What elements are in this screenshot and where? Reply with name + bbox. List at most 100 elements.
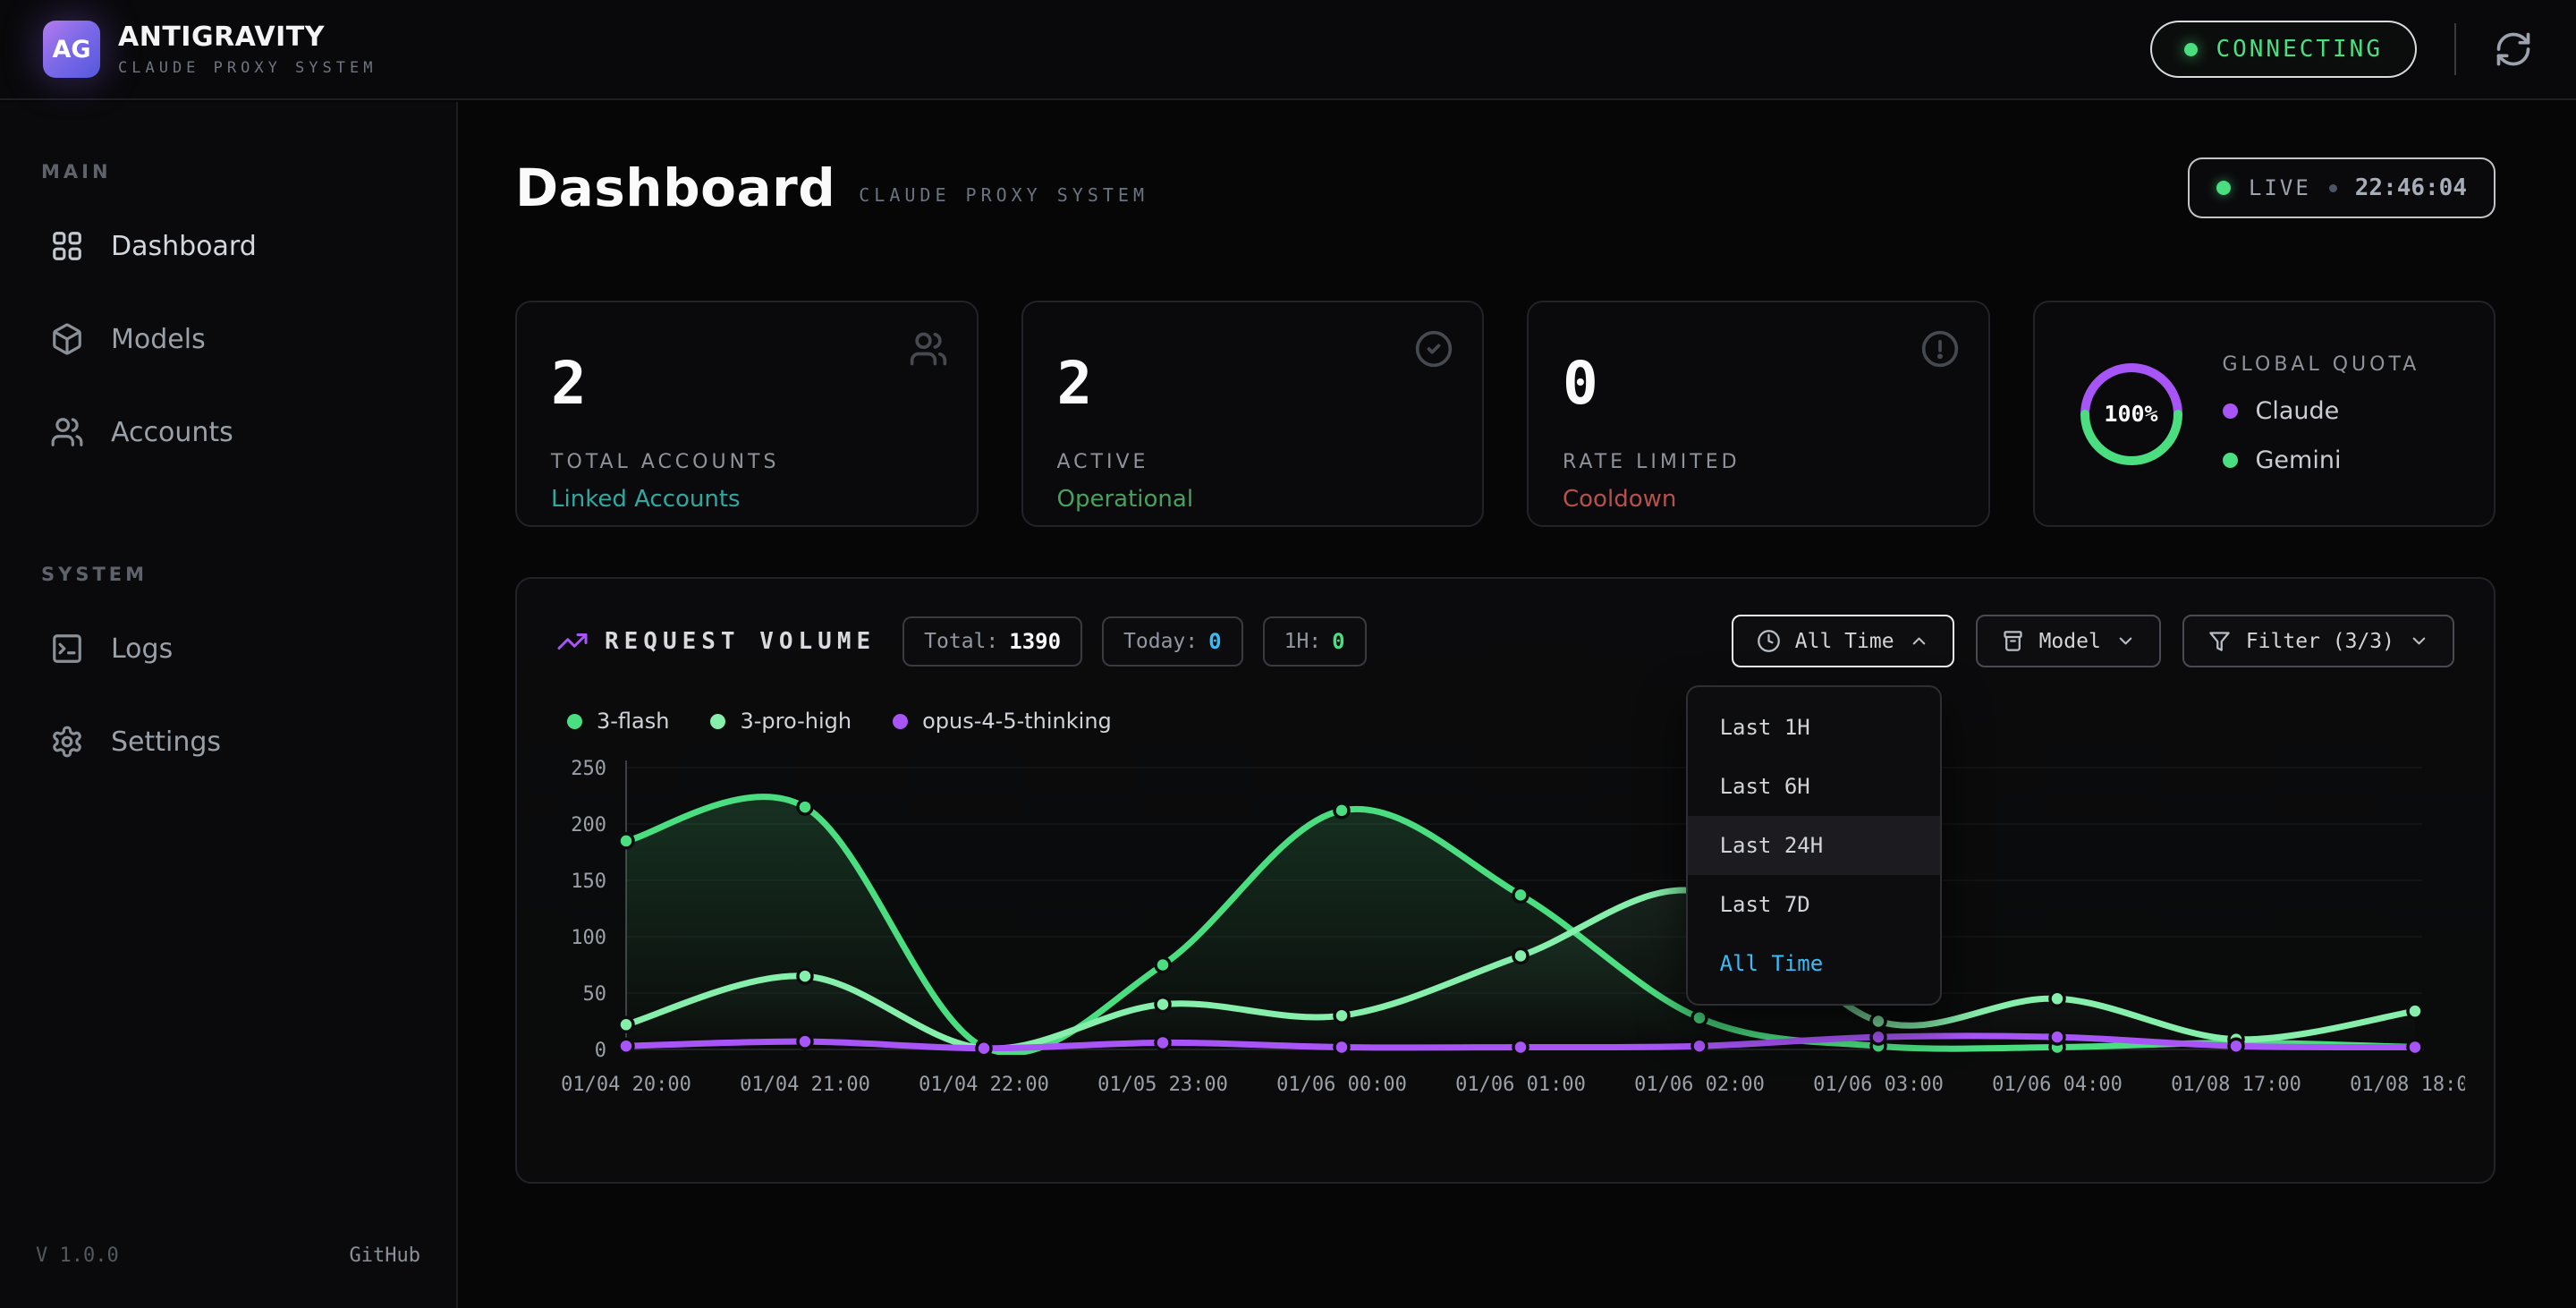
data-point-3-pro-high (1513, 948, 1528, 963)
sidebar-item-accounts[interactable]: Accounts (32, 399, 424, 465)
chevron-up-icon (1909, 631, 1929, 651)
badge-label: Total: (924, 630, 998, 653)
gear-icon (50, 725, 84, 759)
data-point-3-flash (619, 834, 633, 848)
claude-dot (2223, 403, 2238, 419)
sidebar-item-logs[interactable]: Logs (32, 616, 424, 682)
data-point-3-pro-high (1156, 998, 1170, 1012)
model-dropdown-button[interactable]: Model (1976, 615, 2161, 667)
chevron-down-icon (2115, 631, 2136, 651)
x-tick-label: 01/08 17:00 (2171, 1074, 2301, 1096)
main-content: Dashboard CLAUDE PROXY SYSTEM LIVE 22:46… (458, 102, 2576, 1308)
sidebar-item-label: Accounts (111, 417, 233, 448)
data-point-opus-4-5-thinking (2229, 1039, 2243, 1053)
page-title: Dashboard (515, 157, 835, 218)
time-range-value: All Time (1795, 630, 1894, 653)
badge-value: 0 (1208, 629, 1221, 654)
nav-section-system-label: SYSTEM (41, 564, 424, 585)
github-link[interactable]: GitHub (350, 1244, 420, 1267)
sidebar-item-models[interactable]: Models (32, 306, 424, 372)
app-subtitle: CLAUDE PROXY SYSTEM (118, 59, 377, 77)
sidebar-item-settings[interactable]: Settings (32, 709, 424, 775)
data-point-3-flash (1513, 888, 1528, 902)
today-requests-badge: Today: 0 (1102, 616, 1243, 667)
menu-item-last-6h[interactable]: Last 6H (1688, 757, 1940, 816)
x-tick-label: 01/04 20:00 (561, 1074, 691, 1096)
time-range-dropdown-menu: Last 1H Last 6H Last 24H Last 7D All Tim… (1686, 685, 1942, 1006)
live-status-badge: LIVE 22:46:04 (2188, 157, 2496, 218)
stat-label: RATE LIMITED (1563, 451, 1954, 473)
y-tick-label: 150 (571, 871, 606, 893)
stat-label: ACTIVE (1057, 451, 1449, 473)
data-point-3-flash (798, 800, 812, 814)
menu-item-last-7d[interactable]: Last 7D (1688, 875, 1940, 934)
page-subtitle: CLAUDE PROXY SYSTEM (859, 184, 1148, 206)
total-requests-badge: Total: 1390 (902, 616, 1082, 667)
stat-sublabel: Linked Accounts (551, 486, 943, 513)
quota-legend-claude: Claude (2223, 397, 2420, 425)
header-divider (2454, 23, 2456, 75)
quota-percent: 100% (2076, 359, 2187, 470)
check-circle-icon (1414, 329, 1453, 369)
x-tick-label: 01/04 21:00 (740, 1074, 870, 1096)
request-volume-panel: REQUEST VOLUME Total: 1390 Today: 0 1H: … (515, 577, 2496, 1184)
legend-item-3-pro-high: 3-pro-high (710, 709, 852, 734)
menu-item-all-time[interactable]: All Time (1688, 934, 1940, 993)
x-tick-label: 01/06 00:00 (1276, 1074, 1407, 1096)
badge-label: Today: (1123, 630, 1198, 653)
terminal-icon (50, 632, 84, 666)
app-version: V 1.0.0 (36, 1244, 119, 1267)
data-point-3-pro-high (619, 1017, 633, 1032)
stat-value: 0 (1563, 354, 1954, 413)
app-name: ANTIGRAVITY (118, 21, 377, 53)
stat-value: 2 (551, 354, 943, 413)
time-range-dropdown-button[interactable]: All Time Last 1H Last 6H Last 24H Last 7… (1732, 615, 1954, 667)
legend-item-3-flash: 3-flash (567, 709, 669, 734)
stat-card-active: 2 ACTIVE Operational (1021, 301, 1485, 527)
app-header: AG ANTIGRAVITY CLAUDE PROXY SYSTEM CONNE… (0, 0, 2576, 100)
chart-legend: 3-flash 3-pro-high opus-4-5-thinking (567, 709, 2454, 734)
quota-label: GLOBAL QUOTA (2223, 353, 2420, 376)
series-dot (567, 714, 582, 729)
grid-icon (50, 229, 84, 263)
stat-label: TOTAL ACCOUNTS (551, 451, 943, 473)
refresh-icon[interactable] (2494, 30, 2533, 69)
filter-dropdown-button[interactable]: Filter (3/3) (2182, 615, 2454, 667)
stat-value: 2 (1057, 354, 1449, 413)
chart-title: REQUEST VOLUME (605, 628, 876, 655)
model-button-label: Model (2039, 630, 2101, 653)
stat-card-total-accounts: 2 TOTAL ACCOUNTS Linked Accounts (515, 301, 979, 527)
x-tick-label: 01/06 02:00 (1634, 1074, 1765, 1096)
data-point-opus-4-5-thinking (977, 1041, 991, 1056)
sidebar-item-label: Logs (111, 633, 173, 665)
stat-card-global-quota: 100% GLOBAL QUOTA Claude Gemini (2033, 301, 2496, 527)
data-point-3-flash (1335, 803, 1349, 818)
badge-value: 0 (1332, 629, 1344, 654)
sidebar-item-dashboard[interactable]: Dashboard (32, 213, 424, 279)
data-point-3-pro-high (798, 969, 812, 983)
y-tick-label: 50 (583, 983, 607, 1006)
request-volume-line-chart: 05010015020025001/04 20:0001/04 21:0001/… (556, 741, 2465, 1125)
data-point-opus-4-5-thinking (798, 1034, 812, 1049)
data-point-opus-4-5-thinking (1156, 1035, 1170, 1049)
series-name: opus-4-5-thinking (922, 709, 1112, 734)
menu-item-last-1h[interactable]: Last 1H (1688, 698, 1940, 757)
quota-donut-chart: 100% (2076, 359, 2187, 470)
sidebar-item-label: Settings (111, 726, 221, 758)
quota-legend-gemini: Gemini (2223, 446, 2420, 474)
live-status-dot (2216, 181, 2231, 195)
x-tick-label: 01/05 23:00 (1097, 1074, 1228, 1096)
x-tick-label: 01/08 18:00 (2350, 1074, 2465, 1096)
funnel-icon (2207, 629, 2232, 653)
clock-icon (1757, 629, 1781, 653)
data-point-opus-4-5-thinking (1692, 1039, 1707, 1053)
menu-item-last-24h[interactable]: Last 24H (1688, 816, 1940, 875)
x-tick-label: 01/06 04:00 (1992, 1074, 2123, 1096)
users-icon (50, 415, 84, 449)
data-point-opus-4-5-thinking (2408, 1040, 2422, 1054)
chevron-down-icon (2409, 631, 2429, 651)
alert-circle-icon (1920, 329, 1960, 369)
data-point-opus-4-5-thinking (619, 1039, 633, 1053)
users-icon (909, 329, 948, 369)
cube-icon (50, 322, 84, 356)
